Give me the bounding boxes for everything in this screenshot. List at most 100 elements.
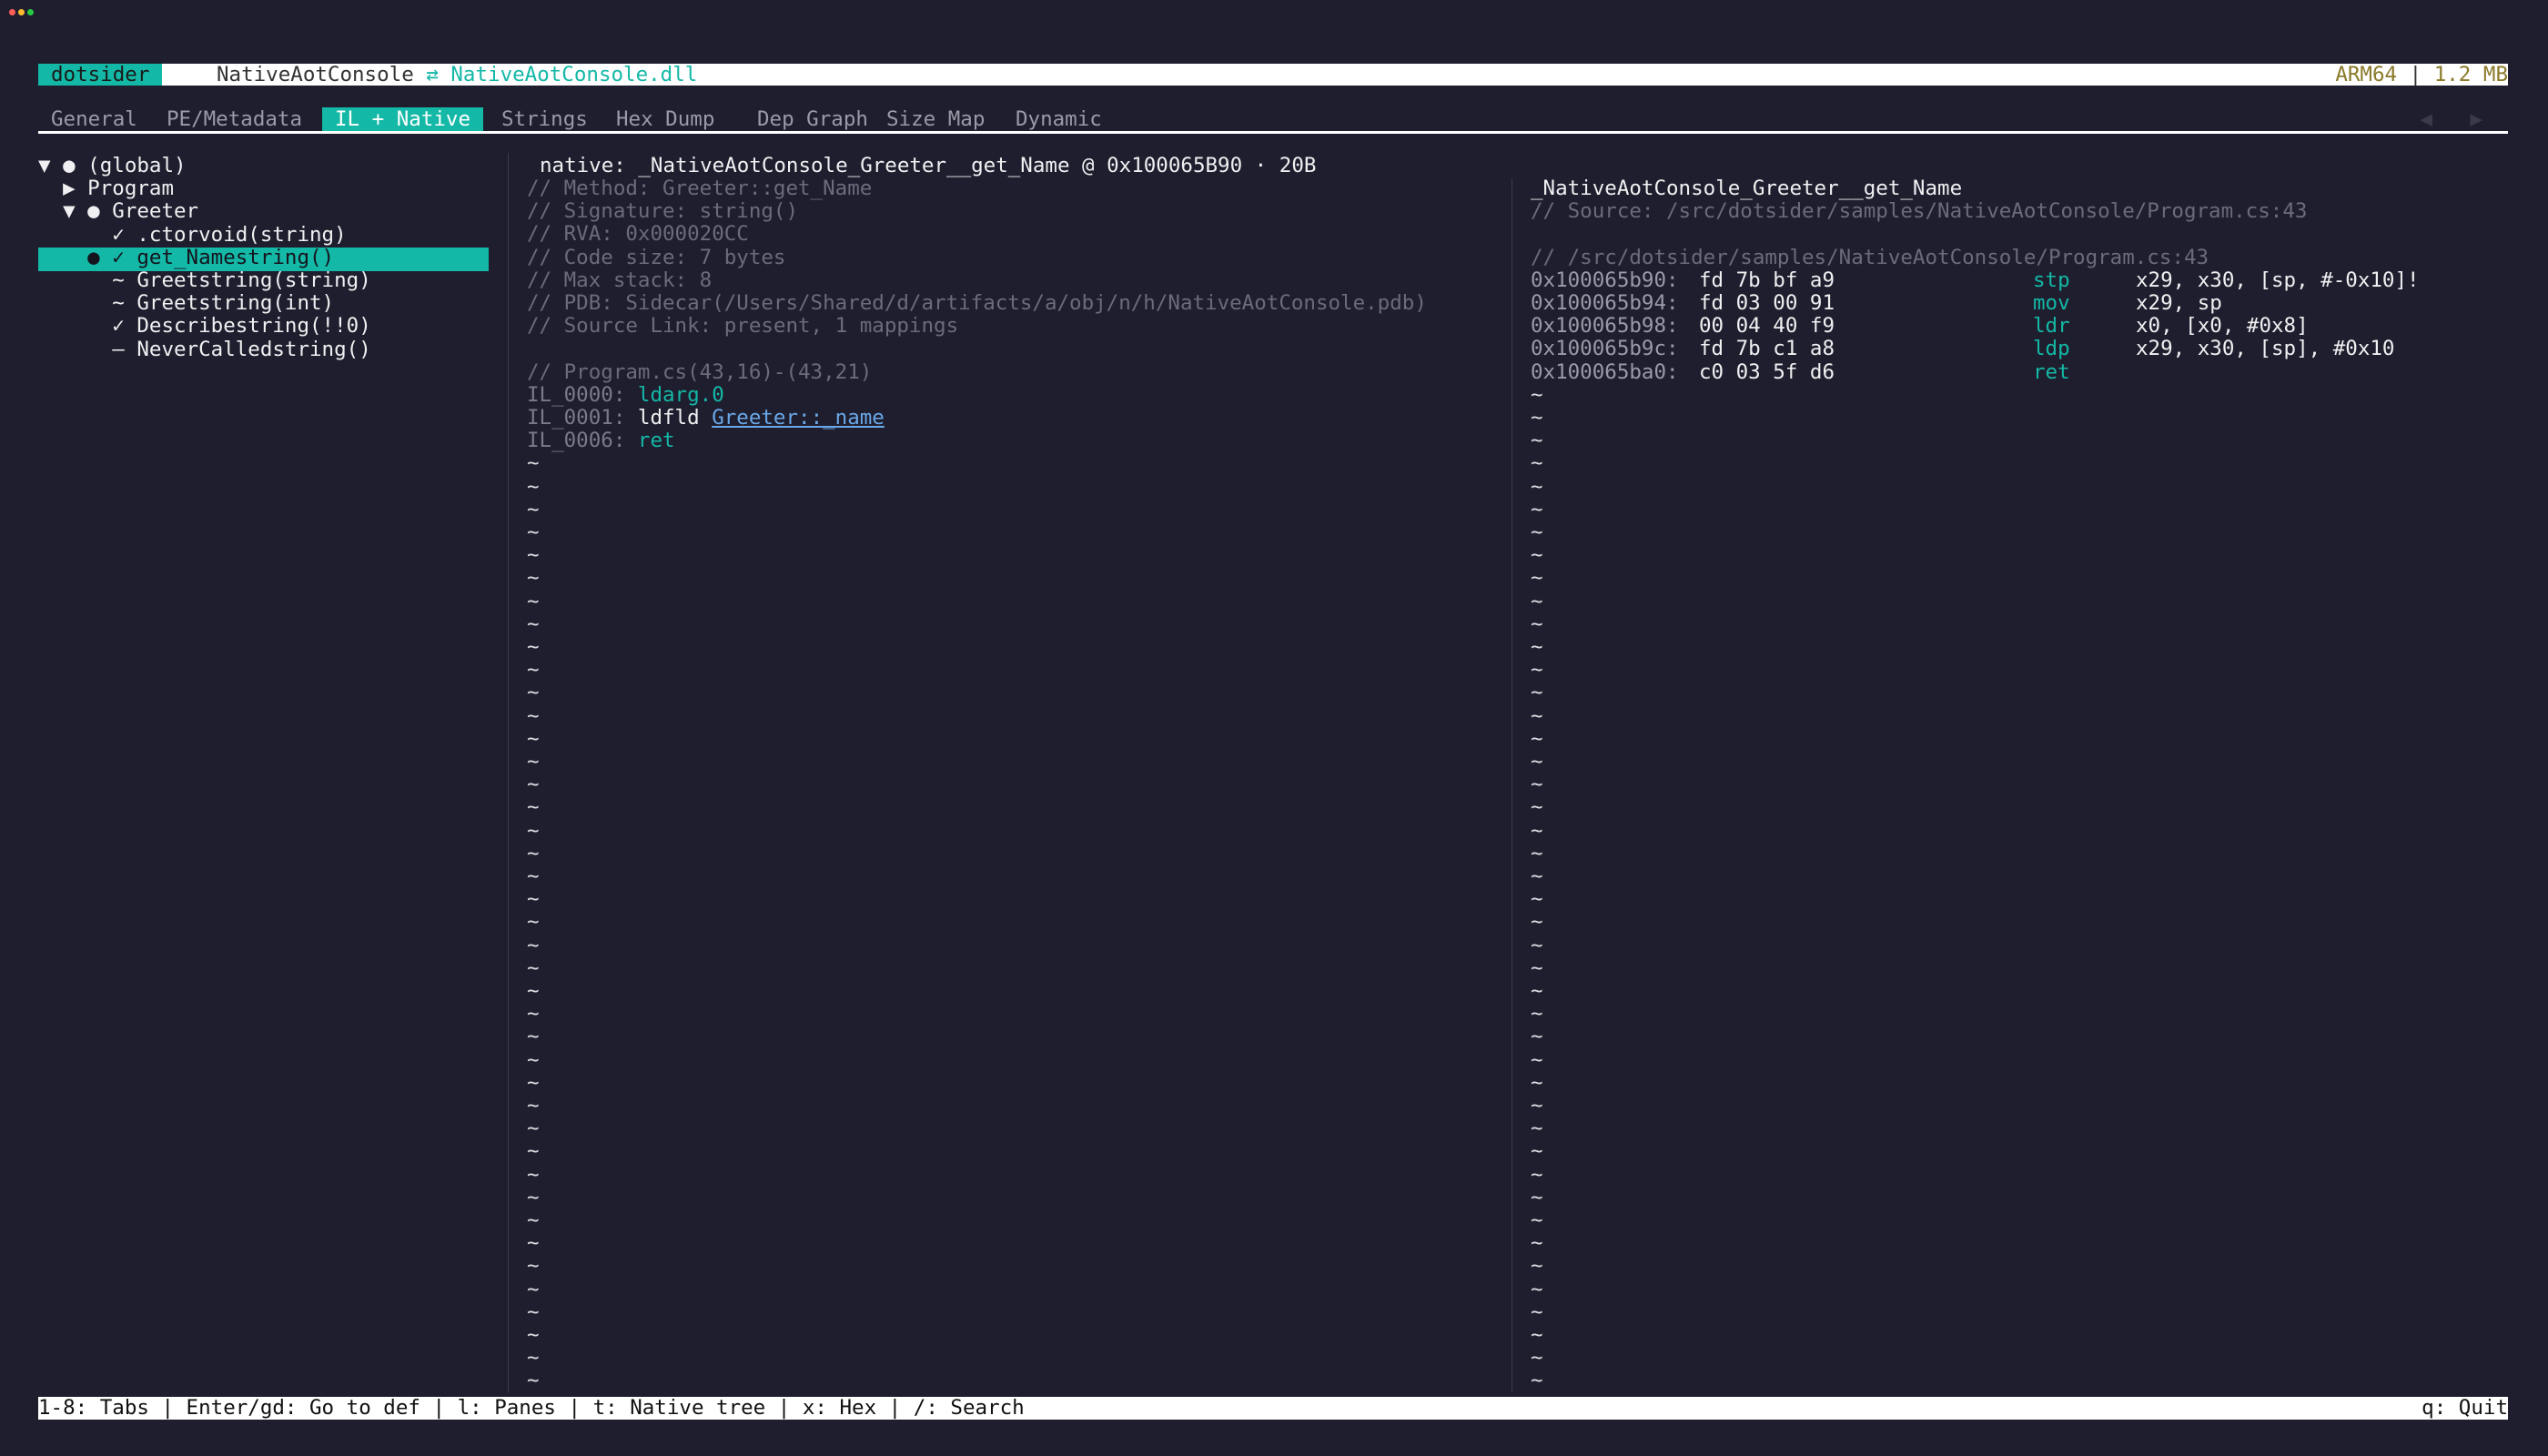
quit-hint[interactable]: q: Quit <box>2422 1397 2508 1420</box>
empty-line-marker: ~ <box>1531 1369 1543 1393</box>
tab-dynamic[interactable]: Dynamic <box>1003 107 1115 131</box>
tab-pe-metadata[interactable]: PE/Metadata <box>154 107 315 131</box>
tab-general[interactable]: General <box>38 107 150 131</box>
empty-line-marker: ~ <box>527 566 540 591</box>
empty-line-marker: ~ <box>527 1346 540 1370</box>
il-comment: // Source Link: present, 1 mappings <box>527 314 959 339</box>
arch-label: ARM64 <box>2335 63 2398 86</box>
empty-line-marker: ~ <box>527 635 540 659</box>
tab-hex-dump[interactable]: Hex Dump <box>603 107 727 131</box>
empty-line-marker: ~ <box>1531 1299 1543 1324</box>
empty-line-marker: ~ <box>1531 429 1543 453</box>
empty-line-marker: ~ <box>1531 979 1543 1003</box>
pane-divider-left[interactable] <box>508 153 509 1392</box>
tree-item[interactable]: ✓ .ctorvoid(string) <box>38 223 346 247</box>
empty-line-marker: ~ <box>1531 1094 1543 1117</box>
il-instruction: IL_0001: ldfld Greeter::_name <box>527 406 885 430</box>
asm-bytes: fd 03 00 91 <box>1699 291 1835 315</box>
empty-line-marker: ~ <box>527 589 540 613</box>
empty-line-marker: ~ <box>527 910 540 935</box>
app-name: dotsider <box>38 64 163 86</box>
il-comment: // PDB: Sidecar(/Users/Shared/d/artifact… <box>527 291 1427 315</box>
empty-line-marker: ~ <box>527 1025 540 1049</box>
empty-line-marker: ~ <box>1531 497 1543 521</box>
empty-line-marker: ~ <box>527 612 540 636</box>
empty-line-marker: ~ <box>1531 1002 1543 1026</box>
empty-line-marker: ~ <box>1531 795 1543 820</box>
empty-line-marker: ~ <box>1531 658 1543 682</box>
empty-line-marker: ~ <box>1531 612 1543 636</box>
empty-line-marker: ~ <box>1531 887 1543 912</box>
empty-line-marker: ~ <box>1531 635 1543 659</box>
tab-strings[interactable]: Strings <box>489 107 601 131</box>
empty-line-marker: ~ <box>1531 474 1543 499</box>
empty-line-marker: ~ <box>1531 1139 1543 1164</box>
tab-dep-graph[interactable]: Dep Graph <box>744 107 881 131</box>
empty-line-marker: ~ <box>1531 933 1543 957</box>
tree-item[interactable]: ▼ ● (global) <box>38 154 187 177</box>
empty-line-marker: ~ <box>1531 1231 1543 1256</box>
tree-item[interactable]: ▶ Program <box>38 177 174 200</box>
il-operand-link[interactable]: Greeter::_name <box>712 406 885 430</box>
empty-line-marker: ~ <box>1531 864 1543 888</box>
asm-bytes: fd 7b bf a9 <box>1699 268 1835 292</box>
empty-line-marker: ~ <box>1531 773 1543 797</box>
empty-line-marker: ~ <box>1531 818 1543 843</box>
empty-line-marker: ~ <box>527 1162 540 1187</box>
tree-item[interactable]: ▼ ● Greeter <box>38 200 198 223</box>
empty-line-marker: ~ <box>1531 406 1543 430</box>
empty-line-marker: ~ <box>1531 1047 1543 1072</box>
native-header: _NativeAotConsole_Greeter__get_Name <box>1531 177 1963 200</box>
il-source-comment: // Program.cs(43,16)-(43,21) <box>527 359 873 384</box>
empty-line-marker: ~ <box>527 521 540 544</box>
empty-line-marker: ~ <box>527 1094 540 1117</box>
project-title: NativeAotConsole ⇄ NativeAotConsole.dll <box>217 64 697 86</box>
close-dot[interactable] <box>9 9 15 15</box>
empty-line-marker: ~ <box>527 887 540 912</box>
empty-line-marker: ~ <box>1531 1277 1543 1301</box>
il-opcode: ldarg.0 <box>637 382 724 407</box>
empty-line-marker: ~ <box>527 795 540 820</box>
tree-item[interactable]: ~ Greetstring(string) <box>38 268 370 292</box>
il-offset: IL_0006: <box>527 429 626 453</box>
empty-line-marker: ~ <box>1531 956 1543 980</box>
empty-line-marker: ~ <box>527 956 540 980</box>
empty-line-marker: ~ <box>527 864 540 888</box>
maximize-dot[interactable] <box>27 9 34 15</box>
empty-line-marker: ~ <box>527 726 540 751</box>
empty-line-marker: ~ <box>1531 589 1543 613</box>
empty-line-marker: ~ <box>527 818 540 843</box>
file-name: NativeAotConsole.dll <box>450 63 698 86</box>
asm-mnemonic: ldr <box>2033 314 2070 339</box>
tree-item[interactable]: ~ Greetstring(int) <box>38 291 334 315</box>
asm-operands: x29, sp <box>2136 291 2222 315</box>
empty-line-marker: ~ <box>1531 1070 1543 1095</box>
asm-address: 0x100065b98: <box>1531 314 1679 339</box>
empty-line-marker: ~ <box>527 681 540 705</box>
tree-item[interactable]: — NeverCalledstring() <box>38 338 370 361</box>
empty-line-marker: ~ <box>527 1323 540 1347</box>
empty-line-marker: ~ <box>1531 726 1543 751</box>
tree-item[interactable]: ● ✓ get_Namestring() <box>38 246 334 269</box>
asm-bytes: fd 7b c1 a8 <box>1699 337 1835 361</box>
tab-il-native[interactable]: IL + Native <box>322 107 484 131</box>
asm-address: 0x100065b9c: <box>1531 337 1679 361</box>
minimize-dot[interactable] <box>18 9 25 15</box>
binary-info: ARM64 | 1.2 MB <box>2335 64 2508 86</box>
tab-scroll-arrows[interactable]: ◀ ▶ <box>2420 107 2495 131</box>
title-bar: dotsider NativeAotConsole ⇄ NativeAotCon… <box>38 64 2508 86</box>
window-controls <box>9 9 34 15</box>
asm-mnemonic: mov <box>2033 291 2070 315</box>
empty-line-marker: ~ <box>527 658 540 682</box>
empty-line-marker: ~ <box>527 773 540 797</box>
empty-line-marker: ~ <box>527 703 540 728</box>
swap-icon[interactable]: ⇄ <box>426 63 439 86</box>
asm-mnemonic: stp <box>2033 268 2070 292</box>
empty-line-marker: ~ <box>1531 1117 1543 1141</box>
tree-item[interactable]: ✓ Describestring(!!0) <box>38 315 370 338</box>
asm-operands: x29, x30, [sp, #-0x10]! <box>2136 268 2420 292</box>
asm-bytes: 00 04 40 f9 <box>1699 314 1835 339</box>
empty-line-marker: ~ <box>527 933 540 957</box>
tab-size-map[interactable]: Size Map <box>874 107 997 131</box>
empty-line-marker: ~ <box>527 543 540 568</box>
